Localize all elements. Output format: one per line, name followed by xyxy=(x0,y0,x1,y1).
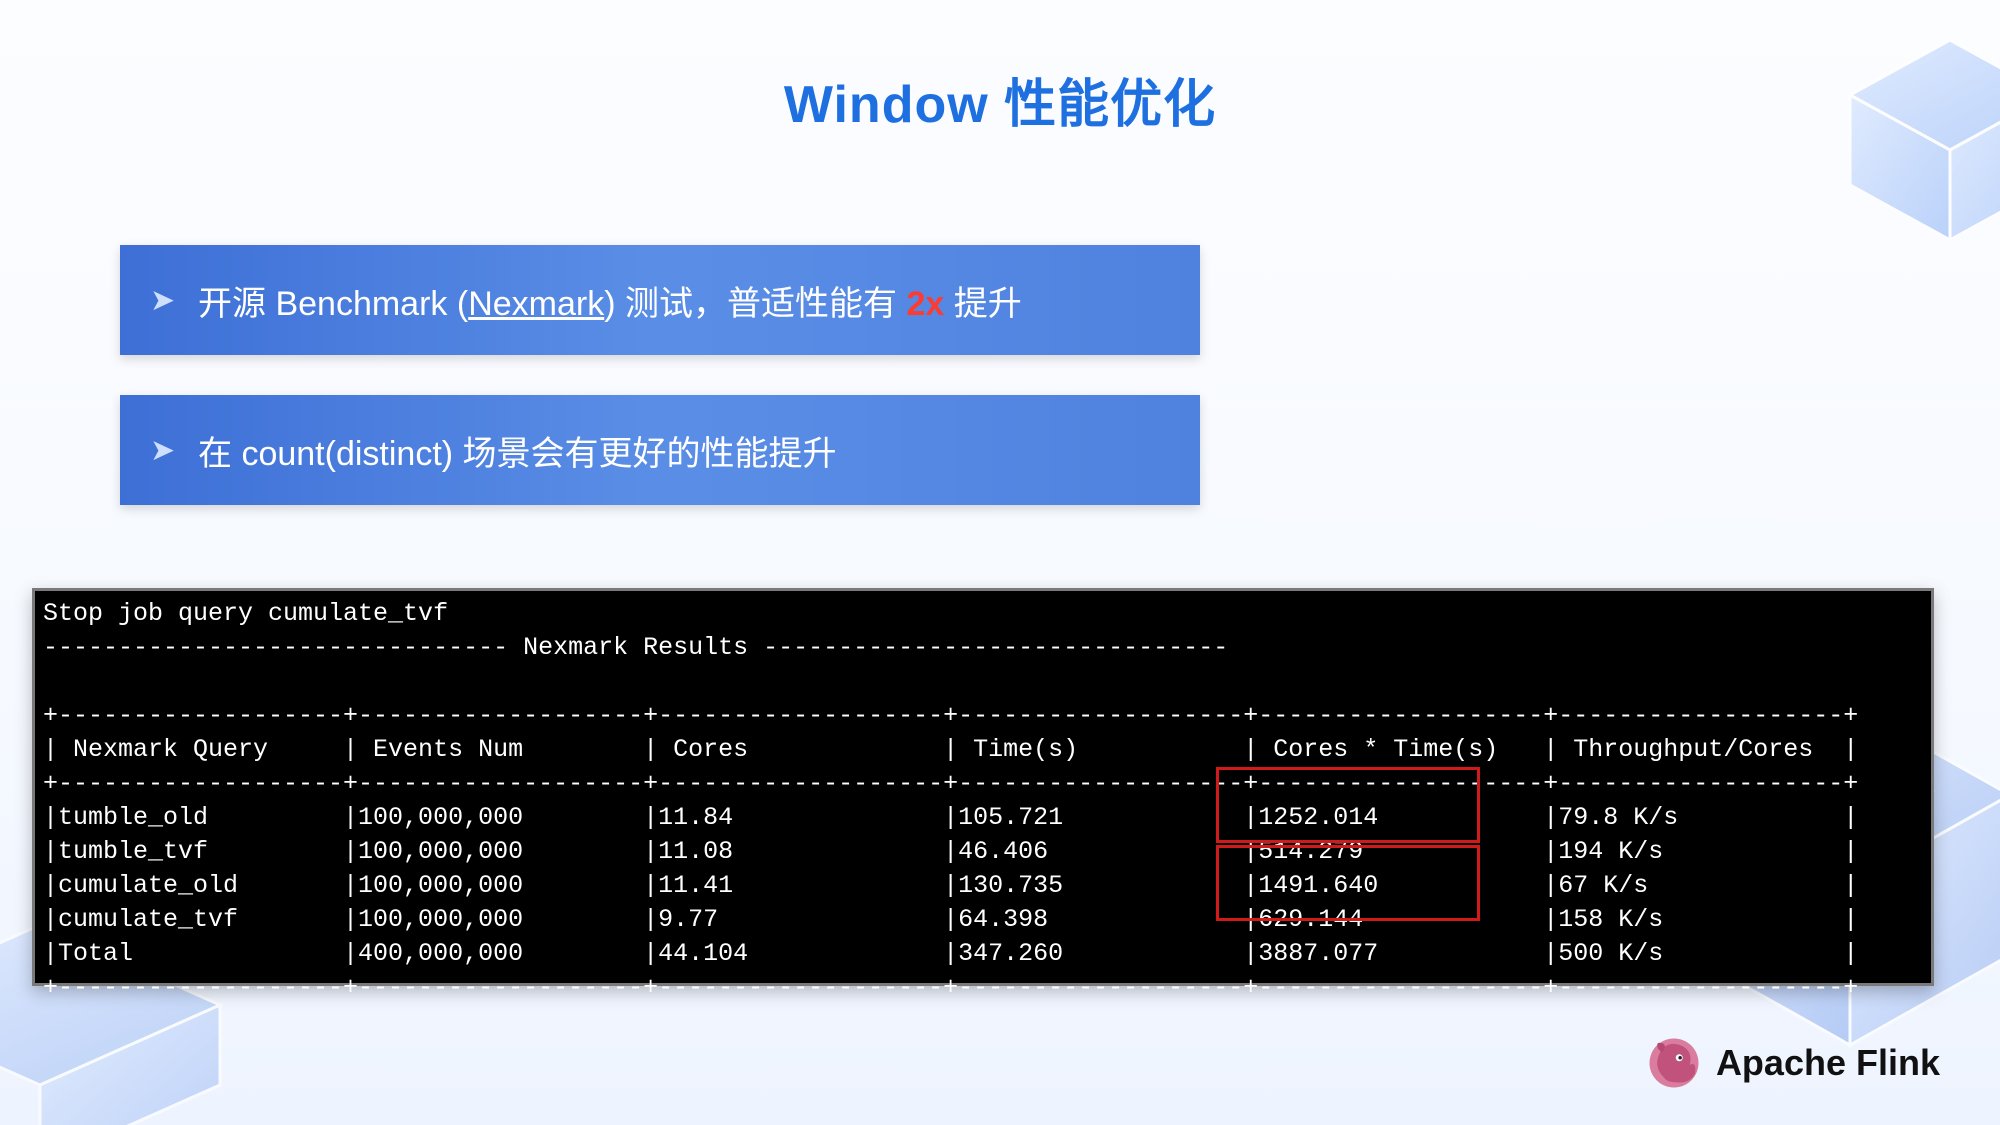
table-row: |cumulate_tvf |100,000,000 |9.77 |64.398… xyxy=(43,905,1858,934)
bullet-benchmark: ➤ 开源 Benchmark (Nexmark) 测试，普适性能有 2x 提升 xyxy=(120,245,1200,355)
terminal-line: +-------------------+-------------------… xyxy=(43,769,1858,798)
terminal-line: Stop job query cumulate_tvf xyxy=(43,599,448,628)
highlight-box-cumulate xyxy=(1216,845,1480,921)
footer-logo: Apache Flink xyxy=(1646,1035,1940,1091)
terminal-line: ------------------------------- Nexmark … xyxy=(43,633,1228,662)
highlight-box-tumble xyxy=(1216,767,1480,843)
slide-title: Window 性能优化 xyxy=(0,62,2000,137)
table-row: |Total |400,000,000 |44.104 |347.260 |38… xyxy=(43,939,1858,968)
bullet-text-segment: ) 测试，普适性能有 xyxy=(604,285,906,323)
nexmark-link[interactable]: Nexmark xyxy=(468,285,604,323)
bullet-arrow-icon: ➤ xyxy=(150,433,178,468)
bullet-benchmark-text: 开源 Benchmark (Nexmark) 测试，普适性能有 2x 提升 xyxy=(198,276,1022,325)
decoration-top-right xyxy=(1820,20,2000,280)
terminal-output: Stop job query cumulate_tvf ------------… xyxy=(32,588,1934,986)
terminal-header-row: | Nexmark Query | Events Num | Cores | T… xyxy=(43,735,1858,764)
flink-squirrel-icon xyxy=(1646,1035,1702,1091)
bullet-count-distinct: ➤ 在 count(distinct) 场景会有更好的性能提升 xyxy=(120,395,1200,505)
bullet-text-segment: 提升 xyxy=(944,285,1021,323)
footer-brand-text: Apache Flink xyxy=(1716,1042,1940,1084)
table-row: |cumulate_old |100,000,000 |11.41 |130.7… xyxy=(43,871,1858,900)
table-row: |tumble_tvf |100,000,000 |11.08 |46.406 … xyxy=(43,837,1858,866)
table-row: |tumble_old |100,000,000 |11.84 |105.721… xyxy=(43,803,1858,832)
bullet-text-segment: 开源 Benchmark ( xyxy=(198,285,468,323)
terminal-line: +-------------------+-------------------… xyxy=(43,973,1858,1002)
bullet-count-distinct-text: 在 count(distinct) 场景会有更好的性能提升 xyxy=(198,426,837,475)
terminal-line: +-------------------+-------------------… xyxy=(43,701,1858,730)
slide: Window 性能优化 ➤ 开源 Benchmark (Nexmark) 测试，… xyxy=(0,0,2000,1125)
highlight-2x: 2x xyxy=(906,285,944,323)
bullet-arrow-icon: ➤ xyxy=(150,283,178,318)
